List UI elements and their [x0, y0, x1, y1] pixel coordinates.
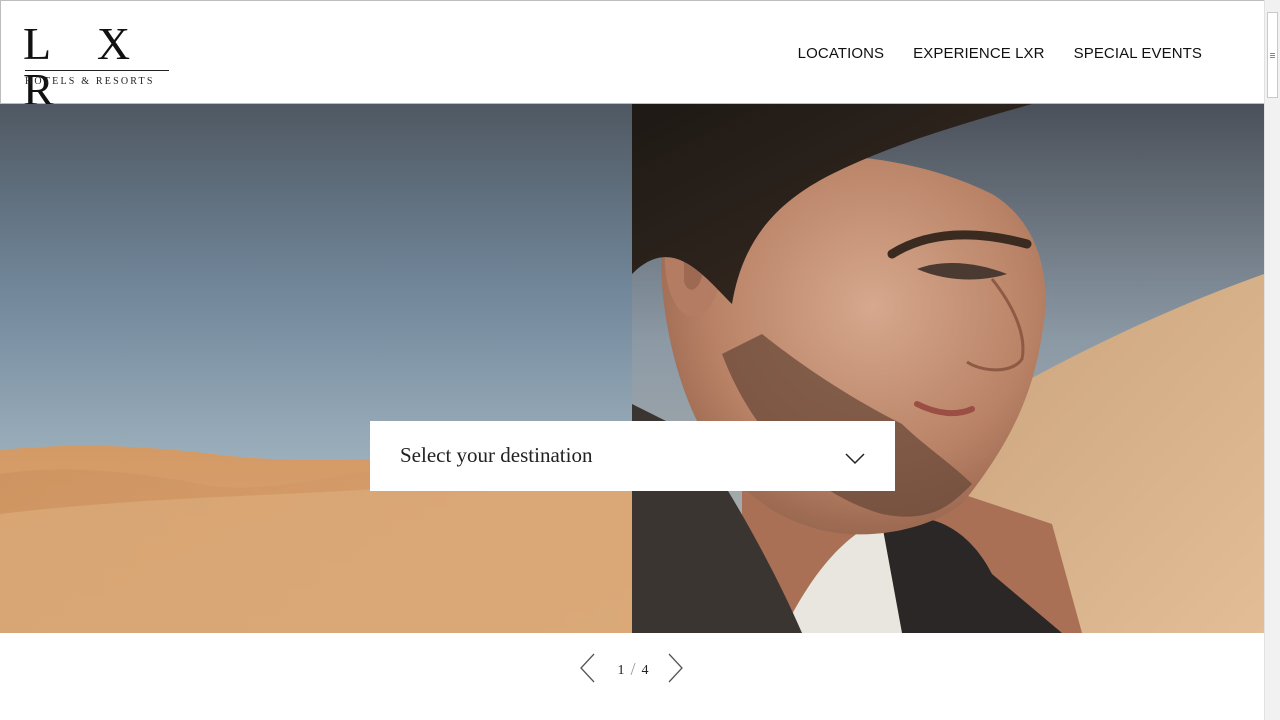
slide-counter: 1 / 4 — [602, 658, 664, 679]
hero-image-desert-walker — [0, 104, 632, 633]
page: L X R HOTELS & RESORTS LOCATIONS EXPERIE… — [0, 0, 1264, 720]
slide-separator: / — [630, 659, 636, 679]
logo-subtitle: HOTELS & RESORTS — [25, 76, 155, 87]
page-scrollbar[interactable] — [1264, 0, 1280, 720]
nav-experience-lxr[interactable]: EXPERIENCE LXR — [913, 45, 1044, 62]
site-header: L X R HOTELS & RESORTS LOCATIONS EXPERIE… — [0, 0, 1264, 113]
nav-special-events[interactable]: SPECIAL EVENTS — [1074, 45, 1202, 62]
logo-rule — [25, 70, 169, 71]
slide-pager: 1 / 4 — [576, 652, 688, 684]
scrollbar-thumb[interactable] — [1267, 12, 1278, 98]
brand-logo[interactable]: L X R HOTELS & RESORTS — [23, 21, 171, 113]
nav-locations[interactable]: LOCATIONS — [798, 45, 884, 62]
destination-select[interactable]: Select your destination — [370, 421, 895, 491]
logo-wordmark: L X R — [23, 18, 149, 115]
main-nav: LOCATIONS EXPERIENCE LXR SPECIAL EVENTS — [798, 45, 1202, 62]
slide-total: 4 — [641, 663, 649, 678]
scrollbar-grip-icon — [1270, 53, 1275, 54]
chevron-left-icon[interactable] — [578, 652, 596, 684]
destination-placeholder: Select your destination — [400, 443, 593, 467]
hero-slider: Select your destination — [0, 104, 1264, 633]
slide-current: 1 — [617, 663, 625, 678]
chevron-right-icon[interactable] — [667, 652, 685, 684]
chevron-down-icon — [845, 453, 865, 465]
hero-image-portrait — [632, 104, 1264, 633]
